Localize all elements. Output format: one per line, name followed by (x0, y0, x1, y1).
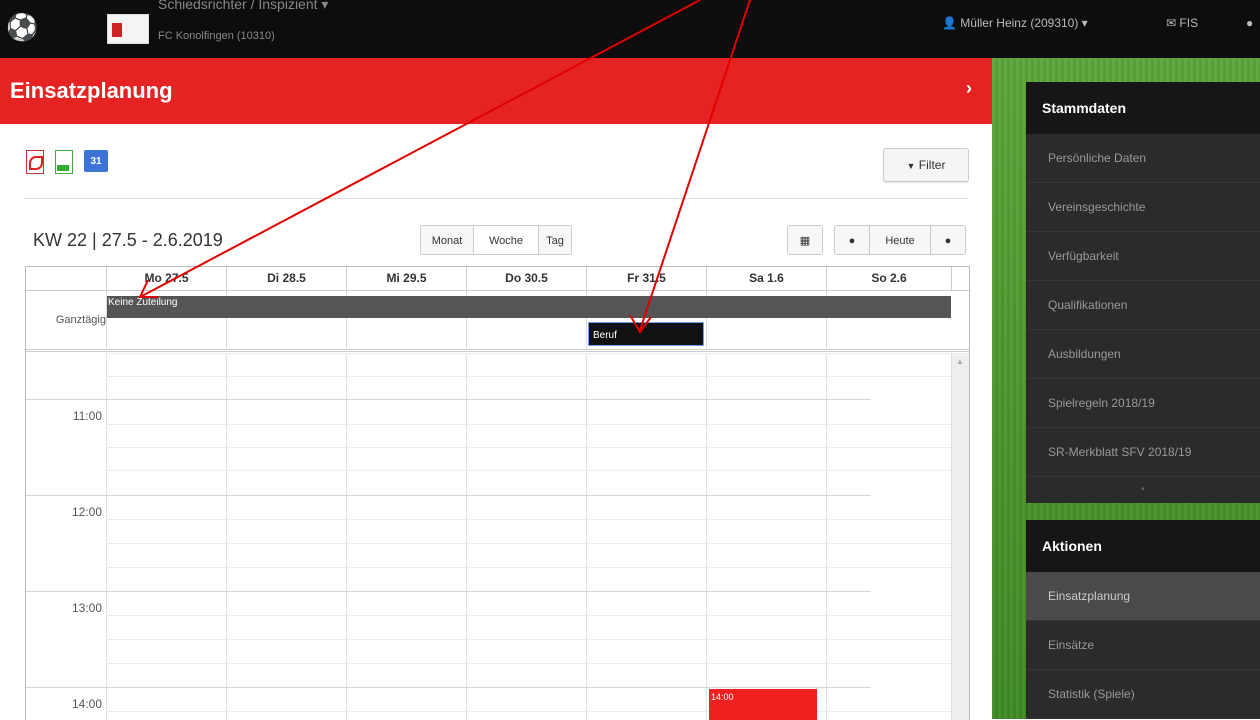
view-week-button[interactable]: Woche (473, 225, 539, 255)
chevron-right-icon[interactable]: › (966, 78, 972, 99)
view-month-button[interactable]: Monat (420, 225, 474, 255)
sidebar-item-vereinsgeschichte[interactable]: Vereinsgeschichte (1026, 183, 1260, 232)
day-column[interactable] (346, 353, 467, 720)
grid-line (106, 663, 951, 664)
time-label-13: 13:00 (71, 601, 102, 615)
time-grid: 11:00 12:00 13:00 14:00 (26, 353, 969, 720)
page-header: Einsatzplanung › (0, 58, 992, 124)
view-day-button[interactable]: Tag (538, 225, 572, 255)
grid-line (26, 399, 871, 400)
time-label-12: 12:00 (71, 505, 102, 519)
day-header-di[interactable]: Di 28.5 (226, 267, 346, 290)
previous-week-button[interactable]: ● (834, 225, 870, 255)
day-header-do[interactable]: Do 30.5 (466, 267, 586, 290)
role-dropdown[interactable]: Schiedsrichter / Inspizient ▾ (158, 0, 328, 13)
day-column[interactable] (466, 353, 587, 720)
day-header-fr[interactable]: Fr 31.5 (586, 267, 706, 290)
day-header-sa[interactable]: Sa 1.6 (706, 267, 826, 290)
panel-stammdaten: Stammdaten Persönliche Daten Vereinsgesc… (1026, 82, 1260, 503)
week-calendar: Mo 27.5 Di 28.5 Mi 29.5 Do 30.5 Fr 31.5 … (25, 266, 970, 720)
day-column[interactable] (586, 353, 707, 720)
scroll-up-icon[interactable]: ▲ (956, 357, 964, 366)
panel-aktionen: Aktionen Einsatzplanung Einsätze Statist… (1026, 520, 1260, 719)
calendar-header: Mo 27.5 Di 28.5 Mi 29.5 Do 30.5 Fr 31.5 … (26, 267, 969, 291)
sidebar-item-einsaetze[interactable]: Einsätze (1026, 621, 1260, 670)
grid-line (106, 711, 951, 712)
day-column[interactable] (706, 353, 827, 720)
week-title: KW 22 | 27.5 - 2.6.2019 (33, 230, 223, 250)
sidebar-item-sr-merkblatt[interactable]: SR-Merkblatt SFV 2018/19 (1026, 428, 1260, 477)
grid-line (26, 687, 871, 688)
time-label-11: 11:00 (72, 409, 102, 423)
fis-label: FIS (1179, 16, 1199, 30)
club-name: FC Konolfingen (10310) (158, 30, 275, 42)
grid-line (106, 567, 951, 568)
next-week-button[interactable]: ● (930, 225, 966, 255)
grid-line (106, 353, 951, 354)
calendar-icon: ▦ (799, 235, 811, 247)
allday-row: Ganztägig Keine Zuteilung Beruf (26, 291, 969, 352)
day-header-mo[interactable]: Mo 27.5 (106, 267, 226, 290)
user-menu[interactable]: 👤 Müller Heinz (209310) ▾ (942, 16, 1088, 30)
sidebar-item-verfuegbarkeit[interactable]: Verfügbarkeit (1026, 232, 1260, 281)
page-title: Einsatzplanung (10, 78, 173, 103)
day-column[interactable] (826, 353, 952, 720)
panel-title-stammdaten: Stammdaten (1026, 82, 1260, 134)
grid-line (106, 424, 951, 425)
filter-label: Filter (918, 158, 946, 172)
day-column[interactable] (106, 353, 227, 720)
panel-title-aktionen: Aktionen (1026, 520, 1260, 572)
date-picker-button[interactable]: ▦ (787, 225, 823, 255)
header-spacer (951, 267, 969, 290)
allday-label: Ganztägig (55, 314, 106, 326)
sidebar-item-ausbildungen[interactable]: Ausbildungen (1026, 330, 1260, 379)
user-icon: 👤 (942, 16, 957, 30)
calendar-scrollbar[interactable]: ▲ (951, 353, 969, 720)
grid-line (106, 639, 951, 640)
day-header-so[interactable]: So 2.6 (826, 267, 951, 290)
top-navbar: ⚽ Schiedsrichter / Inspizient ▾ FC Konol… (0, 0, 1260, 58)
sidebar-item-statistik[interactable]: Statistik (Spiele) (1026, 670, 1260, 719)
panel-footer: • (1141, 484, 1145, 495)
club-logo (107, 14, 149, 44)
grid-line (106, 470, 951, 471)
circle-right-icon: ● (944, 235, 952, 247)
calendar-badge: 31 (84, 150, 108, 172)
grid-line (106, 543, 951, 544)
more-icon[interactable]: ● (1246, 16, 1253, 30)
day-header-mi[interactable]: Mi 29.5 (346, 267, 466, 290)
sidebar-item-einsatzplanung[interactable]: Einsatzplanung (1026, 572, 1260, 621)
grid-line (106, 615, 951, 616)
today-button[interactable]: Heute (869, 225, 931, 255)
time-label-14: 14:00 (71, 697, 102, 711)
sidebar-item-persoenliche-daten[interactable]: Persönliche Daten (1026, 134, 1260, 183)
grid-line (106, 376, 951, 377)
fis-link[interactable]: ✉ FIS (1166, 16, 1198, 30)
envelope-icon: ✉ (1166, 16, 1177, 30)
sidebar-item-spielregeln[interactable]: Spielregeln 2018/19 (1026, 379, 1260, 428)
event-keine-zuteilung[interactable]: Keine Zuteilung (107, 296, 951, 318)
circle-left-icon: ● (848, 235, 856, 247)
divider (24, 198, 968, 199)
sidebar-item-qualifikationen[interactable]: Qualifikationen (1026, 281, 1260, 330)
grid-line (106, 447, 951, 448)
grid-line (26, 495, 871, 496)
filter-button[interactable]: ▼ Filter (883, 148, 969, 182)
google-calendar-icon[interactable]: 31 (84, 150, 110, 174)
excel-icon[interactable] (53, 150, 75, 174)
grid-line (26, 591, 871, 592)
grid-line (106, 519, 951, 520)
event-beruf[interactable]: Beruf (588, 322, 704, 346)
pdf-icon[interactable] (24, 150, 46, 174)
event-saturday-1400[interactable]: 14:00 (709, 689, 817, 720)
user-name: Müller Heinz (209310) ▾ (960, 16, 1088, 30)
association-logo-icon[interactable]: ⚽ (6, 10, 50, 44)
day-column[interactable] (226, 353, 347, 720)
filter-icon: ▼ (906, 161, 916, 171)
